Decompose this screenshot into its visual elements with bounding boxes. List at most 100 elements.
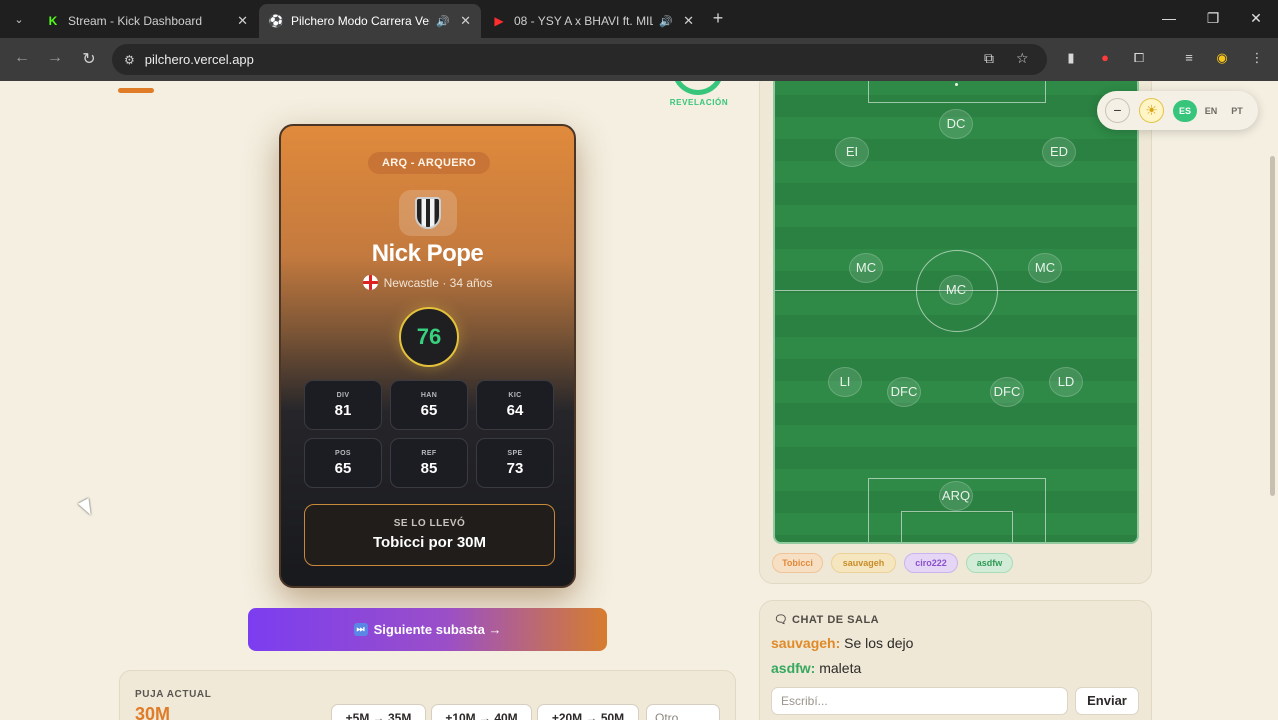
stat-han: HAN 65 — [390, 380, 468, 430]
chat-send-button[interactable]: Enviar — [1075, 687, 1139, 715]
top-penalty-spot — [955, 83, 958, 86]
new-tab-plus-icon[interactable]: + — [708, 8, 728, 29]
tab-title: 08 - YSY A x BHAVI ft. MILO — [514, 14, 654, 28]
chat-bubble-icon: 🗨 — [774, 614, 789, 626]
chat-username: sauvageh: — [771, 635, 841, 651]
team-tag-ciro222[interactable]: ciro222 — [904, 553, 958, 573]
chat-text: Se los dejo — [844, 635, 914, 651]
media-controls-icon[interactable]: ≡ — [1180, 50, 1198, 65]
mouse-cursor-icon — [77, 498, 97, 518]
bid-plus-5-button[interactable]: +5M → 35M — [331, 704, 426, 720]
close-tab-icon[interactable]: ✕ — [683, 13, 694, 29]
audio-playing-icon[interactable]: 🔊 — [659, 15, 673, 28]
tab-youtube[interactable]: ▶ 08 - YSY A x BHAVI ft. MILO 🔊 ✕ — [482, 4, 704, 38]
bottom-goal-area — [901, 511, 1013, 542]
extensions-puzzle-icon[interactable]: ⧠ — [1130, 50, 1148, 66]
bid-plus-10-button[interactable]: +10M → 40M — [431, 704, 532, 720]
reload-icon[interactable]: ↻ — [79, 49, 99, 69]
chat-message: sauvageh: Se los dejo — [771, 635, 913, 651]
tab-kick-dashboard[interactable]: K Stream - Kick Dashboard ✕ — [36, 4, 258, 38]
room-chat-panel: 🗨 CHAT DE SALA sauvageh: Se los dejo asd… — [759, 600, 1152, 720]
slot-mc-right[interactable]: MC — [1028, 253, 1062, 283]
back-arrow-icon[interactable]: ← — [12, 49, 32, 67]
lang-pt-button[interactable]: PT — [1225, 100, 1249, 122]
close-tab-icon[interactable]: ✕ — [460, 13, 471, 29]
forward-arrow-icon[interactable]: → — [45, 49, 65, 67]
extension-red-icon[interactable]: ● — [1096, 50, 1114, 65]
slot-arq[interactable]: ARQ — [939, 481, 973, 511]
custom-bid-input[interactable]: Otro — [646, 704, 720, 720]
slot-dfc-left[interactable]: DFC — [887, 377, 921, 407]
address-bar[interactable]: ⚙ pilchero.vercel.app ⧉ ☆ — [112, 44, 1047, 75]
slot-mc-left[interactable]: MC — [849, 253, 883, 283]
auction-result: SE LO LLEVÓ Tobicci por 30M — [304, 504, 555, 566]
revelation-badge-label: REVELACIÓN — [669, 98, 729, 107]
chat-message: asdfw: maleta — [771, 660, 861, 676]
audio-playing-icon[interactable]: 🔊 — [436, 15, 450, 28]
revelation-badge-ring — [672, 81, 724, 95]
slot-ld[interactable]: LD — [1049, 367, 1083, 397]
stat-label: POS — [335, 450, 351, 457]
player-card: ARQ - ARQUERO Nick Pope Newcastle · 34 a… — [279, 124, 576, 588]
newcastle-crest-icon — [415, 197, 441, 229]
tab-title: Stream - Kick Dashboard — [68, 14, 203, 28]
slot-li[interactable]: LI — [828, 367, 862, 397]
next-auction-button[interactable]: ⏭ Siguiente subasta → — [248, 608, 607, 651]
url-text[interactable]: pilchero.vercel.app — [145, 52, 254, 67]
profile-avatar-icon[interactable]: ◉ — [1213, 50, 1231, 66]
lang-en-button[interactable]: EN — [1199, 100, 1223, 122]
minimize-window-icon[interactable]: — — [1159, 10, 1179, 26]
club-crest — [399, 190, 457, 236]
player-club-age: Newcastle · 34 años — [281, 275, 574, 290]
kick-logo-icon: K — [48, 14, 58, 28]
stat-pos: POS 65 — [304, 438, 382, 488]
fast-forward-icon: ⏭ — [353, 623, 368, 636]
stat-div: DIV 81 — [304, 380, 382, 430]
stat-ref: REF 85 — [390, 438, 468, 488]
collapse-minus-icon[interactable]: − — [1105, 98, 1130, 123]
slot-mc-center[interactable]: MC — [939, 275, 973, 305]
team-tag-sauvageh[interactable]: sauvageh — [831, 553, 896, 573]
slot-ei[interactable]: EI — [835, 137, 869, 167]
stat-label: KIC — [508, 392, 522, 399]
bid-plus-20-button[interactable]: +20M → 50M — [537, 704, 639, 720]
stat-value: 85 — [420, 460, 438, 477]
site-info-icon[interactable]: ⚙ — [124, 53, 135, 67]
close-tab-icon[interactable]: ✕ — [237, 13, 248, 29]
stat-label: DIV — [336, 392, 350, 399]
close-window-icon[interactable]: ✕ — [1246, 10, 1266, 27]
tab-search-chevron-icon[interactable]: ⌄ — [8, 8, 30, 30]
lang-es-button[interactable]: ES — [1173, 100, 1197, 122]
tab-pilchero[interactable]: ⚽ Pilchero Modo Carrera Vers 🔊 ✕ — [259, 4, 481, 38]
auction-result-label: SE LO LLEVÓ — [393, 518, 466, 529]
bookmark-star-icon[interactable]: ☆ — [1016, 50, 1029, 67]
chat-header: 🗨 CHAT DE SALA — [774, 613, 879, 626]
stat-value: 64 — [506, 402, 524, 419]
auction-result-value: Tobicci por 30M — [372, 534, 487, 551]
next-auction-label: Siguiente subasta → — [373, 622, 502, 637]
team-tag-asdfw[interactable]: asdfw — [966, 553, 1013, 573]
overall-rating: 76 — [399, 307, 459, 367]
install-app-icon[interactable]: ⧉ — [984, 50, 994, 67]
chat-input[interactable]: Escribí... — [771, 687, 1068, 715]
stat-value: 73 — [506, 460, 524, 477]
stat-value: 65 — [420, 402, 438, 419]
restore-window-icon[interactable]: ❐ — [1203, 10, 1223, 27]
slot-dfc-right[interactable]: DFC — [990, 377, 1024, 407]
browser-tab-bar: ⌄ K Stream - Kick Dashboard ✕ ⚽ Pilchero… — [0, 0, 1278, 38]
browser-menu-icon[interactable]: ⋮ — [1248, 50, 1266, 66]
team-tag-tobicci[interactable]: Tobicci — [772, 553, 823, 573]
stat-label: HAN — [420, 392, 438, 399]
stat-label: REF — [421, 450, 437, 457]
slot-ed[interactable]: ED — [1042, 137, 1076, 167]
stat-label: SPE — [507, 450, 523, 457]
extension-icon[interactable]: ▮ — [1062, 50, 1080, 66]
progress-indicator — [118, 88, 154, 93]
stat-spe: SPE 73 — [476, 438, 554, 488]
browser-toolbar: ← → ↻ ⚙ pilchero.vercel.app ⧉ ☆ ▮ ● ⧠ ≡ … — [0, 38, 1278, 81]
slot-dc[interactable]: DC — [939, 109, 973, 139]
page-scrollbar[interactable] — [1270, 156, 1275, 496]
theme-sun-icon[interactable]: ☀ — [1139, 98, 1164, 123]
club-age-text: Newcastle · 34 años — [383, 276, 493, 290]
page-content: REVELACIÓN ARQ - ARQUERO Nick Pope Newca… — [0, 81, 1278, 720]
